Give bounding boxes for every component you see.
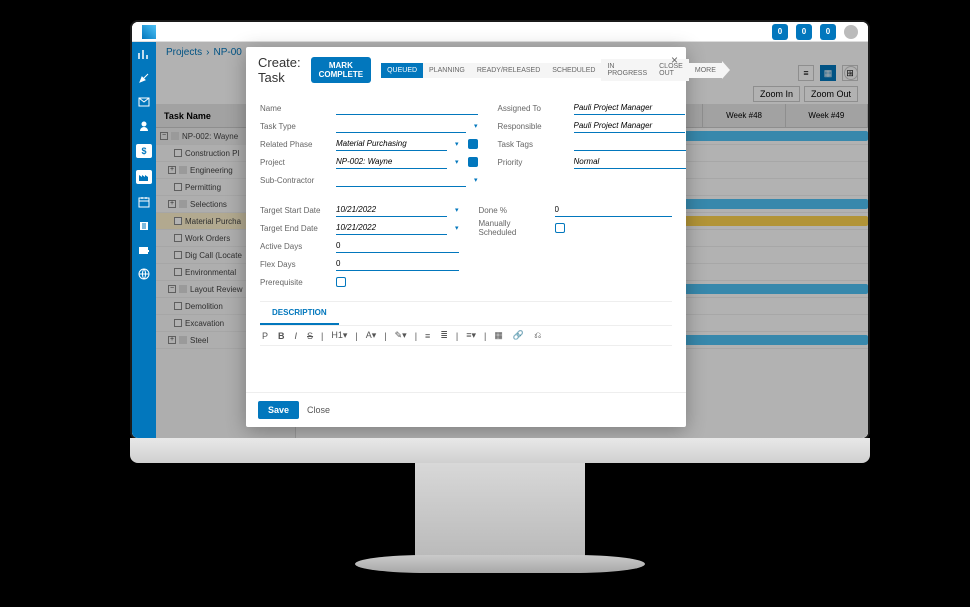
chevron-down-icon[interactable]: ▾ (474, 122, 478, 130)
responsible-input[interactable] (574, 119, 685, 133)
notification-icon-1[interactable]: 0 (772, 24, 788, 40)
done-pct-label: Done % (479, 206, 549, 215)
active-days-input[interactable] (336, 239, 459, 253)
create-task-modal: × Create: Task MARK COMPLETE QUEUED PLAN… (246, 47, 686, 427)
project-label: Project (260, 158, 330, 167)
task-type-label: Task Type (260, 122, 330, 131)
sub-contractor-label: Sub-Contractor (260, 176, 330, 185)
status-tab-queued[interactable]: QUEUED (381, 63, 423, 78)
name-input[interactable] (336, 101, 478, 115)
assigned-to-label: Assigned To (498, 104, 568, 113)
paragraph-button[interactable]: P (260, 331, 270, 341)
chevron-down-icon[interactable]: ▾ (474, 176, 478, 184)
sub-contractor-input[interactable] (336, 173, 466, 187)
flex-days-input[interactable] (336, 257, 459, 271)
manually-scheduled-checkbox[interactable] (555, 223, 565, 233)
list-icon[interactable] (137, 220, 151, 232)
prerequisite-checkbox[interactable] (336, 277, 346, 287)
align-button[interactable]: ≡▾ (464, 330, 478, 341)
notification-icon-3[interactable]: 0 (820, 24, 836, 40)
numbered-list-button[interactable]: ≣ (438, 330, 450, 341)
name-label: Name (260, 104, 330, 113)
money-icon[interactable]: $ (136, 144, 152, 158)
save-button[interactable]: Save (258, 401, 299, 419)
notification-icon-2[interactable]: 0 (796, 24, 812, 40)
link-button[interactable]: 🔗 (511, 330, 526, 341)
mark-complete-button[interactable]: MARK COMPLETE (311, 57, 371, 83)
prerequisite-label: Prerequisite (260, 278, 330, 287)
status-tab-scheduled[interactable]: SCHEDULED (546, 63, 601, 78)
note-icon[interactable] (468, 157, 478, 167)
assigned-to-input[interactable] (574, 101, 685, 115)
close-icon[interactable]: × (671, 53, 678, 67)
task-tags-input[interactable] (574, 137, 686, 151)
unlink-button[interactable]: ⎌ (532, 330, 543, 341)
mail-icon[interactable] (137, 96, 151, 108)
project-input[interactable] (336, 155, 447, 169)
status-arrow-icon (722, 61, 730, 79)
heading-button[interactable]: H1▾ (329, 330, 349, 341)
chevron-down-icon[interactable]: ▾ (455, 224, 459, 232)
status-tab-more[interactable]: MORE (689, 63, 722, 78)
flex-days-label: Flex Days (260, 260, 330, 269)
priority-label: Priority (498, 158, 568, 167)
related-phase-input[interactable] (336, 137, 447, 151)
bold-button[interactable]: B (276, 331, 287, 341)
task-tags-label: Task Tags (498, 140, 568, 149)
user-avatar[interactable] (844, 25, 858, 39)
chart-icon[interactable] (137, 48, 151, 60)
svg-text:$: $ (141, 146, 146, 156)
status-tab-ready[interactable]: READY/RELEASED (471, 63, 546, 78)
note-icon[interactable] (468, 139, 478, 149)
responsible-label: Responsible (498, 122, 568, 131)
app-logo (142, 25, 156, 39)
rich-text-toolbar: P B I S | H1▾ | A▾ | ✎▾ | ≡ ≣ | (260, 325, 672, 346)
chevron-down-icon[interactable]: ▾ (455, 158, 459, 166)
manually-scheduled-label: Manually Scheduled (479, 219, 549, 237)
target-end-label: Target End Date (260, 224, 330, 233)
globe-icon[interactable] (137, 268, 151, 280)
left-sidebar: $ (132, 42, 156, 438)
status-tab-in-progress[interactable]: IN PROGRESS (601, 59, 653, 81)
target-start-input[interactable] (336, 203, 447, 217)
list-button[interactable]: ≡ (423, 331, 432, 341)
factory-icon[interactable] (136, 170, 152, 184)
wallet-icon[interactable] (137, 244, 151, 256)
active-days-label: Active Days (260, 242, 330, 251)
table-button[interactable]: ▦ (492, 330, 505, 341)
chevron-down-icon[interactable]: ▾ (455, 206, 459, 214)
done-pct-input[interactable] (555, 203, 672, 217)
description-tab[interactable]: DESCRIPTION (260, 302, 339, 325)
chevron-down-icon[interactable]: ▾ (455, 140, 459, 148)
priority-input[interactable] (574, 155, 686, 169)
status-tab-planning[interactable]: PLANNING (423, 63, 471, 78)
target-start-label: Target Start Date (260, 206, 330, 215)
target-end-input[interactable] (336, 221, 447, 235)
close-link[interactable]: Close (307, 405, 330, 415)
brush-icon[interactable] (137, 72, 151, 84)
strike-button[interactable]: S (305, 331, 315, 341)
font-color-button[interactable]: ✎▾ (393, 330, 409, 341)
app-topbar: 0 0 0 (132, 22, 868, 42)
font-size-button[interactable]: A▾ (364, 330, 379, 341)
user-icon[interactable] (137, 120, 151, 132)
modal-title: Create: Task (258, 55, 301, 85)
italic-button[interactable]: I (293, 331, 300, 341)
task-type-input[interactable] (336, 119, 466, 133)
related-phase-label: Related Phase (260, 140, 330, 149)
calendar-icon[interactable] (137, 196, 151, 208)
